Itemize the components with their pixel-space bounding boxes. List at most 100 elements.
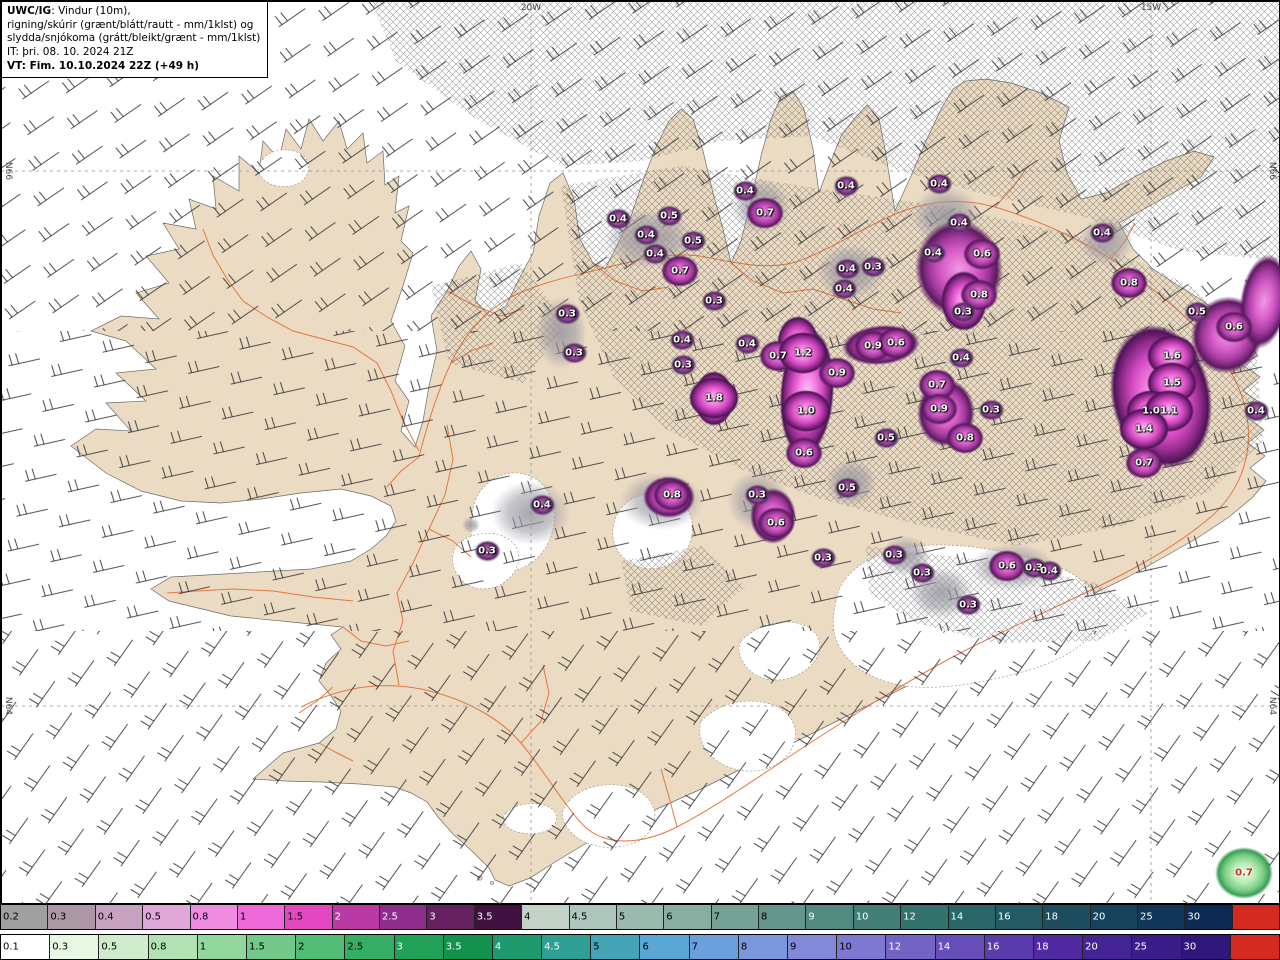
legend-cell: 1.5 (246, 935, 297, 959)
legend-cell: 14 (935, 935, 985, 959)
legend-cell: 3 (394, 935, 444, 959)
legend-cell: 1.5 (285, 905, 333, 929)
legend-cell: 4 (522, 905, 570, 929)
legend-cell-label: 2 (334, 911, 341, 923)
legend-cell: 3.5 (474, 905, 523, 929)
legend-cell: 10 (853, 905, 902, 929)
legend-cell: 18 (1033, 935, 1084, 959)
weather-map-screenshot: 0.4 0.5 0.4 0.5 0.4 0.7 0.3 0.4 0.7 0.4 0.3 0.4 0.4 0… (0, 0, 1280, 960)
legend-cell: 14 (948, 905, 996, 929)
legend-cell: 2.5 (380, 905, 428, 929)
legend-cell-label: 25 (1134, 941, 1148, 953)
parallel-label: N64 (1267, 696, 1277, 716)
legend-cell-label: 20 (1085, 941, 1098, 953)
legend-cell-label: 10 (839, 941, 852, 953)
legend-cell-label: 4 (494, 941, 502, 953)
legend-cell-label: 4.5 (571, 911, 588, 923)
legend-cell-label: 2.5 (347, 941, 364, 953)
legend-cell: 30 (1181, 935, 1231, 959)
legend-cell: 25 (1132, 935, 1182, 959)
legend-cell-label: 0.8 (150, 941, 167, 953)
legend-cell: 8 (738, 935, 788, 959)
legend-cell-label: 9 (808, 911, 815, 923)
title-line-3: slydda/snjókoma (grátt/bleikt/grænt - mm… (7, 32, 261, 45)
legend-cell-overflow (1232, 905, 1280, 929)
legend-cell: 1 (237, 905, 286, 929)
legend-cell: 16 (984, 935, 1034, 959)
legend-cell-label: 18 (1045, 911, 1058, 923)
legend-cell-label: 6 (666, 911, 673, 923)
legend-cell-label: 9 (790, 941, 797, 953)
legend-cell-label: 7 (691, 941, 698, 953)
legend-cell: 0.8 (148, 935, 198, 959)
legend-cell: 7 (689, 935, 739, 959)
map-title-box: UWC/IG: Vindur (10m), rigning/skúrir (gr… (1, 1, 269, 79)
legend-cell-label: 3 (396, 941, 403, 953)
legend-cell: 8 (759, 905, 807, 929)
parallel-label: N66 (3, 161, 13, 181)
legend-cell-label: 0.1 (3, 941, 19, 953)
legend-cell-label: 16 (997, 911, 1011, 923)
legend-cell: 0.2 (1, 905, 49, 929)
legend-cell-label: 4 (524, 911, 531, 923)
legend-cell-label: 6 (642, 941, 649, 953)
map-area: 0.4 0.5 0.4 0.5 0.4 0.7 0.3 0.4 0.7 0.4 0.3 0.4 0.4 0… (0, 0, 1280, 905)
legend-cell: 6 (640, 935, 690, 959)
legend-cell: 2.5 (345, 935, 395, 959)
model-name: UWC/IG (7, 5, 52, 17)
legend-cell: 9 (806, 905, 854, 929)
legend-cell-label: 0.4 (97, 911, 114, 923)
legend-cell: 4.5 (542, 935, 592, 959)
legend-cell-label: 25 (1140, 911, 1153, 923)
legend-cell: 2 (296, 935, 346, 959)
legend-cell-label: 1 (199, 941, 207, 953)
init-time: IT: þri. 08. 10. 2024 21Z (7, 45, 134, 58)
colorbar-rain: 0.1 0.3 0.5 0.8 1 1.5 2 2.5 3 3.5 4 4.5 5 6 7 8 9 10 12 14 1… (0, 934, 1280, 960)
legend-cell-label: 8 (740, 941, 748, 953)
legend-cell: 12 (901, 905, 949, 929)
legend-cell-label: 0.3 (52, 941, 69, 953)
parallel-label: N66 (1267, 161, 1277, 181)
legend-cell-label: 0.5 (145, 911, 162, 923)
legend-cell: 5 (591, 935, 641, 959)
legend-cell-label: 10 (855, 911, 869, 923)
legend-cell-label: 7 (713, 911, 720, 923)
legend-cell-label: 14 (950, 911, 964, 923)
iceland-map-svg (1, 1, 1280, 905)
legend-cell: 16 (995, 905, 1044, 929)
legend-cell-label: 14 (937, 941, 951, 953)
legend-cell-label: 2.5 (382, 911, 398, 923)
legend-cell: 5 (616, 905, 665, 929)
colorbar-sleet-snow: 0.2 0.3 0.4 0.5 0.8 1 1.5 2 2.5 3 3.5 4 4.5 5 6 7 8 9 10 12… (0, 904, 1280, 930)
legend-cell: 0.3 (50, 935, 100, 959)
legend-cell: 3 (427, 905, 475, 929)
legend-cell-label: 8 (761, 911, 768, 923)
legend-cell-label: 3.5 (445, 941, 462, 953)
legend-cell: 30 (1185, 905, 1233, 929)
legend-cell-label: 16 (986, 941, 1000, 953)
legend-cell: 6 (664, 905, 712, 929)
legend-cell: 0.5 (99, 935, 149, 959)
legend-cell: 18 (1043, 905, 1091, 929)
legend-cell-label: 3.5 (476, 911, 493, 923)
parallel-label: N64 (3, 696, 13, 716)
legend-cell: 10 (837, 935, 887, 959)
legend-cell-label: 30 (1183, 941, 1197, 953)
legend-cell: 25 (1138, 905, 1186, 929)
legend-cell: 4.5 (569, 905, 617, 929)
meridian-label: 15W (1140, 3, 1162, 13)
valid-time: VT: Fim. 10.10.2024 22Z (+49 h) (7, 59, 200, 72)
meridian-label: 20W (520, 3, 542, 13)
legend-cell-label: 1.5 (287, 911, 304, 923)
legend-cell-label: 0.2 (3, 911, 19, 923)
legend-cell-label: 5 (618, 911, 626, 923)
legend-cell-label: 20 (1092, 911, 1106, 923)
legend-cell: 0.3 (48, 905, 96, 929)
legend-cell: 20 (1090, 905, 1138, 929)
legend-cell-label: 0.8 (192, 911, 209, 923)
legend-colorbars: 0.2 0.3 0.4 0.5 0.8 1 1.5 2 2.5 3 3.5 4 4.5 5 6 7 8 9 10 12… (0, 904, 1280, 960)
title-line-1-rest: : Vindur (10m), (51, 5, 131, 17)
legend-cell-label: 0.5 (101, 941, 118, 953)
legend-cell: 20 (1083, 935, 1133, 959)
legend-cell: 7 (711, 905, 759, 929)
